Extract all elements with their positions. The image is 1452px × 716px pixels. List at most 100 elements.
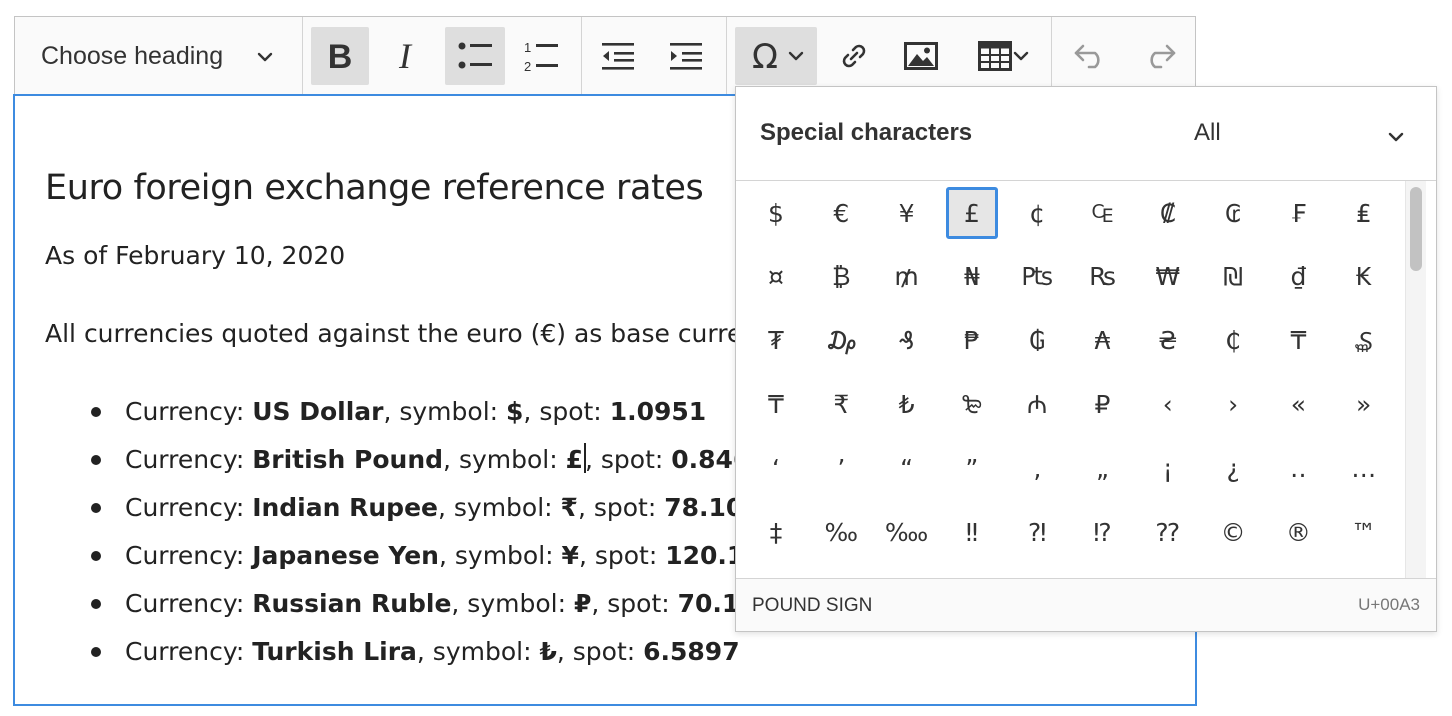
special-character-button[interactable]: ₺ <box>881 378 933 430</box>
special-character-button[interactable]: ⁉ <box>1077 506 1129 558</box>
special-character-button[interactable]: ‚ <box>1011 442 1063 494</box>
image-button[interactable] <box>892 27 950 85</box>
special-character-button[interactable]: ‹ <box>1142 378 1194 430</box>
special-character-button[interactable]: ₼ <box>1011 378 1063 430</box>
special-character-button[interactable]: ₯ <box>815 315 867 367</box>
special-character-button[interactable]: ₵ <box>1207 315 1259 367</box>
special-character-button[interactable]: ₠ <box>1077 187 1129 239</box>
special-character-button[interactable]: ₥ <box>881 251 933 303</box>
special-character-button[interactable]: ₧ <box>1011 251 1063 303</box>
special-character-button[interactable]: » <box>1338 378 1390 430</box>
editor-toolbar: Choose heading B I 12 Ω <box>14 16 1196 95</box>
special-character-button[interactable]: ¿ <box>1207 442 1259 494</box>
special-character-button[interactable]: $ <box>750 187 802 239</box>
special-character-button[interactable]: ¥ <box>881 187 933 239</box>
image-icon <box>904 42 938 70</box>
special-character-button[interactable]: ₽ <box>1077 378 1129 430</box>
special-character-button[interactable]: £ <box>945 187 998 239</box>
currency-name: Russian Ruble <box>252 589 452 618</box>
indent-button[interactable] <box>657 27 715 85</box>
special-character-button[interactable]: ₪ <box>1207 251 1259 303</box>
special-character-button[interactable]: ₦ <box>946 251 998 303</box>
special-character-button[interactable]: © <box>1207 506 1259 558</box>
bold-button[interactable]: B <box>311 27 369 85</box>
italic-button[interactable]: I <box>376 27 434 85</box>
special-character-button[interactable]: ₫ <box>1272 251 1324 303</box>
special-character-button[interactable]: … <box>1338 442 1390 494</box>
numbered-list-button[interactable]: 12 <box>511 27 571 85</box>
currency-symbol: ₽ <box>573 589 592 618</box>
special-character-button[interactable]: ¡ <box>1142 442 1194 494</box>
special-character-button[interactable]: ₤ <box>1338 187 1390 239</box>
heading-dropdown[interactable]: Choose heading <box>15 27 301 85</box>
indent-icon <box>668 41 704 71</box>
special-character-button[interactable]: ₨ <box>1077 251 1129 303</box>
special-character-button[interactable]: ¤ <box>750 251 802 303</box>
special-character-button[interactable]: ” <box>946 442 998 494</box>
special-character-button[interactable]: ‱ <box>881 506 933 558</box>
special-character-button[interactable]: ₸ <box>750 378 802 430</box>
special-character-button[interactable]: ₲ <box>1011 315 1063 367</box>
special-character-button[interactable]: « <box>1272 378 1324 430</box>
category-select[interactable]: All <box>1176 107 1426 163</box>
special-characters-icon: Ω <box>747 38 787 74</box>
special-character-button[interactable]: ₸ <box>1272 315 1324 367</box>
special-character-button[interactable]: ‰ <box>815 506 867 558</box>
link-button[interactable] <box>825 27 883 85</box>
character-name: POUND SIGN <box>752 595 873 616</box>
special-character-button[interactable]: ₭ <box>1338 251 1390 303</box>
svg-text:I: I <box>398 39 413 73</box>
category-value: All <box>1194 119 1221 146</box>
special-characters-button[interactable]: Ω <box>735 27 817 85</box>
panel-header: Special characters All <box>736 87 1436 181</box>
spot-label: , spot: <box>578 541 666 570</box>
chevron-down-icon <box>787 47 805 65</box>
special-character-button[interactable]: ™ <box>1338 506 1390 558</box>
spot-value: 6.5897 <box>643 637 740 666</box>
special-character-button[interactable]: „ <box>1077 442 1129 494</box>
special-character-button[interactable]: ‥ <box>1272 442 1324 494</box>
special-character-button[interactable]: ⁈ <box>1011 506 1063 558</box>
outdent-button[interactable] <box>589 27 647 85</box>
symbol-label: , symbol: <box>438 541 562 570</box>
special-character-button[interactable]: ₹ <box>815 378 867 430</box>
special-character-button[interactable]: ® <box>1272 506 1324 558</box>
special-character-button[interactable]: ₱ <box>946 315 998 367</box>
list-item: Currency: Indian Rupee, symbol: ₹, spot:… <box>45 488 779 536</box>
toolbar-separator <box>302 17 303 95</box>
special-character-button[interactable]: € <box>815 187 867 239</box>
character-info-bar: POUND SIGN U+00A3 <box>736 578 1436 631</box>
undo-button[interactable] <box>1059 27 1123 85</box>
table-button[interactable] <box>965 27 1043 85</box>
redo-button[interactable] <box>1127 27 1191 85</box>
special-character-button[interactable]: ₳ <box>1077 315 1129 367</box>
special-character-button[interactable]: › <box>1207 378 1259 430</box>
special-character-button[interactable]: ⁇ <box>1142 506 1194 558</box>
special-character-button[interactable]: ₰ <box>881 315 933 367</box>
special-character-button[interactable]: ₷ <box>1338 315 1390 367</box>
currency-name: Japanese Yen <box>252 541 439 570</box>
special-character-button[interactable]: ‘ <box>750 442 802 494</box>
spot-label: , spot: <box>577 493 665 522</box>
special-character-button[interactable]: ₴ <box>1142 315 1194 367</box>
scrollbar-thumb[interactable] <box>1410 187 1422 271</box>
special-character-button[interactable]: ₣ <box>1272 187 1324 239</box>
special-character-button[interactable]: ₩ <box>1142 251 1194 303</box>
bullet-marker <box>91 503 101 513</box>
currency-list: Currency: US Dollar, symbol: $, spot: 1.… <box>45 392 779 680</box>
numbered-list-icon: 12 <box>523 40 559 72</box>
special-character-button[interactable]: ₡ <box>1142 187 1194 239</box>
scrollbar[interactable] <box>1405 181 1426 579</box>
special-character-button[interactable]: ₻ <box>946 378 998 430</box>
bulleted-list-button[interactable] <box>445 27 505 85</box>
heading-dropdown-label: Choose heading <box>41 41 224 70</box>
special-character-button[interactable]: ₢ <box>1207 187 1259 239</box>
special-character-button[interactable]: ₿ <box>815 251 867 303</box>
special-character-button[interactable]: ₮ <box>750 315 802 367</box>
special-character-button[interactable]: ‼ <box>946 506 998 558</box>
special-character-button[interactable]: ‡ <box>750 506 802 558</box>
svg-text:1: 1 <box>524 40 531 55</box>
special-character-button[interactable]: “ <box>881 442 933 494</box>
special-character-button[interactable]: ¢ <box>1011 187 1063 239</box>
special-character-button[interactable]: ’ <box>815 442 867 494</box>
